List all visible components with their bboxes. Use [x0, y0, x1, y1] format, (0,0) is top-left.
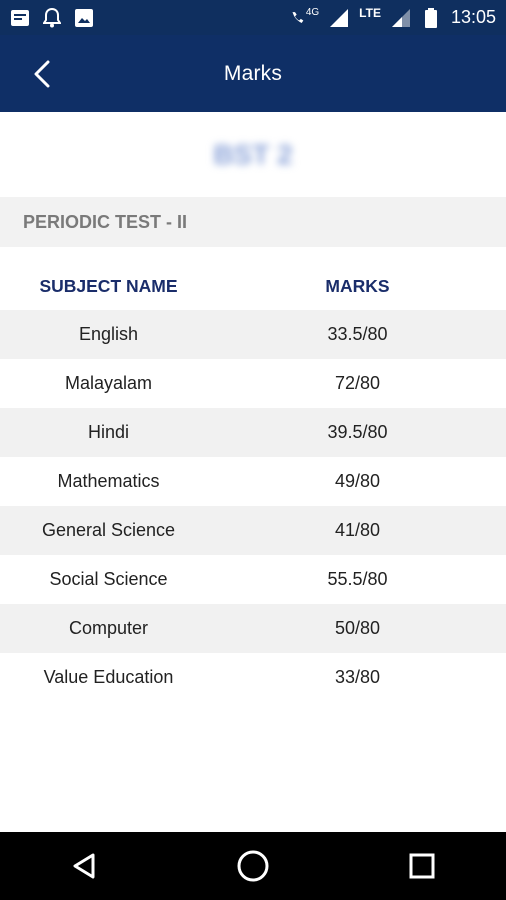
triangle-back-icon — [73, 853, 95, 879]
exam-title: PERIODIC TEST - II — [23, 211, 188, 232]
marks-cell: 50/80 — [334, 618, 381, 638]
marks-cell: 41/80 — [334, 520, 381, 540]
student-name-text: BST 2 — [213, 138, 293, 170]
wifi-signal-icon — [329, 8, 349, 28]
circle-home-icon — [237, 850, 269, 882]
table-row: Computer 50/80 — [0, 604, 506, 653]
table-row: General Science 41/80 — [0, 506, 506, 555]
table-row: Mathematics 49/80 — [0, 457, 506, 506]
call-4g-label: 4G — [305, 7, 320, 18]
nav-home-button[interactable] — [229, 842, 277, 890]
marks-cell: 72/80 — [334, 373, 381, 393]
marks-column-header: MARKS — [325, 275, 390, 296]
subject-cell: Social Science — [49, 569, 168, 589]
nav-back-button[interactable] — [60, 842, 108, 890]
marks-cell: 49/80 — [334, 471, 381, 491]
marks-table: English 33.5/80 Malayalam 72/80 Hindi 39… — [0, 310, 506, 702]
subject-cell: General Science — [41, 520, 176, 540]
status-bar: 4G LTE 13:05 — [0, 0, 506, 35]
system-nav-bar — [0, 832, 506, 900]
table-row: Malayalam 72/80 — [0, 359, 506, 408]
subject-cell: English — [78, 324, 139, 344]
battery-icon — [421, 7, 441, 28]
student-name: BST 2 — [0, 112, 506, 197]
subject-cell: Value Education — [43, 667, 174, 687]
cell-signal-icon — [391, 8, 411, 28]
subject-cell: Computer — [68, 618, 149, 638]
message-icon — [10, 8, 30, 28]
subject-cell: Mathematics — [57, 471, 160, 491]
notification-bell-icon — [42, 7, 62, 28]
subject-column-header: SUBJECT NAME — [39, 275, 178, 296]
clock: 13:05 — [450, 7, 496, 27]
marks-cell: 55.5/80 — [327, 569, 388, 589]
back-button[interactable] — [24, 56, 60, 92]
subject-cell: Malayalam — [64, 373, 153, 393]
table-header: SUBJECT NAME MARKS — [0, 262, 506, 310]
lte-label: LTE — [359, 5, 381, 20]
app-bar: Marks — [0, 35, 506, 112]
subject-cell: Hindi — [87, 422, 130, 442]
marks-cell: 33.5/80 — [327, 324, 388, 344]
nav-recents-button[interactable] — [398, 842, 446, 890]
marks-cell: 33/80 — [334, 667, 381, 687]
table-row: Value Education 33/80 — [0, 653, 506, 702]
table-row: Hindi 39.5/80 — [0, 408, 506, 457]
table-row: Social Science 55.5/80 — [0, 555, 506, 604]
table-row: English 33.5/80 — [0, 310, 506, 359]
exam-header: PERIODIC TEST - II — [0, 197, 506, 247]
image-icon — [74, 8, 94, 28]
marks-cell: 39.5/80 — [327, 422, 388, 442]
square-recents-icon — [409, 853, 435, 879]
page-title: Marks — [223, 61, 283, 85]
chevron-left-icon — [34, 60, 50, 87]
